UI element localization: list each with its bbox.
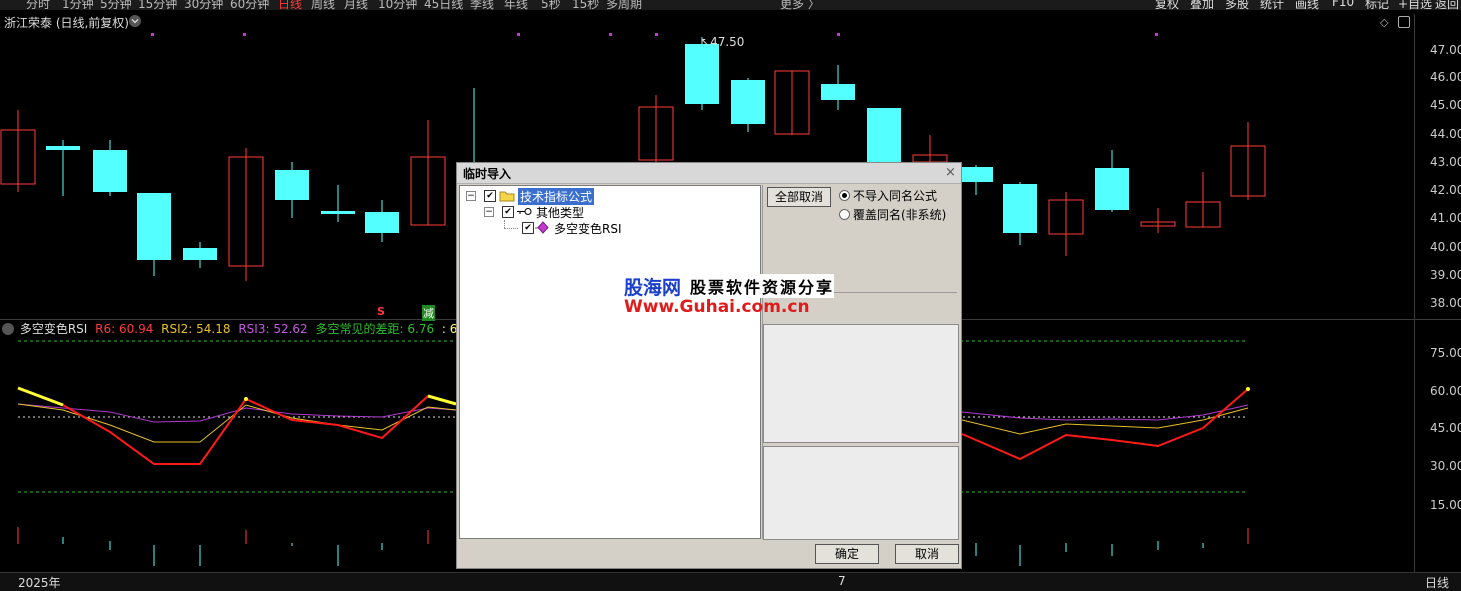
radio-keep[interactable]	[839, 190, 850, 201]
rsi-tick: 60.00	[1430, 384, 1461, 398]
axis-divider	[1414, 14, 1415, 572]
rsi3-line-right	[961, 404, 1249, 421]
radio-keep-label[interactable]: 不导入同名公式	[853, 187, 937, 204]
high-price-value: 47.50	[710, 35, 745, 49]
indicator-name: 多空变色RSI	[19, 322, 88, 336]
tree-connector	[504, 228, 518, 230]
rsi-tick: 45.00	[1430, 421, 1461, 435]
rsi-r6: R6: 60.94	[95, 322, 154, 336]
event-marker	[609, 33, 612, 36]
dialog-title: 临时导入	[463, 167, 512, 181]
price-tick: 39.00	[1430, 268, 1461, 282]
candle-body	[821, 84, 855, 100]
folder-icon	[499, 191, 515, 202]
tree-item-root[interactable]: − ✔ 技术指标公式	[464, 188, 664, 205]
high-price-marker: ↖47.50	[700, 35, 744, 49]
event-marker	[151, 33, 154, 36]
price-tick: 47.00	[1430, 43, 1461, 57]
tree-child-label: 其他类型	[536, 206, 585, 220]
price-tick: 43.00	[1430, 155, 1461, 169]
price-tick: 38.00	[1430, 296, 1461, 310]
cancel-button[interactable]: 取消	[895, 544, 959, 564]
rsi-rsi2: RSI2: 54.18	[161, 322, 231, 336]
rsi-highlight-mid	[427, 394, 457, 406]
watermark-brand: 股海网	[624, 277, 682, 299]
cancel-all-button[interactable]: 全部取消	[767, 187, 831, 207]
candle-body	[867, 108, 901, 162]
rsi-tick: 75.00	[1430, 346, 1461, 360]
formula-tree: − ✔ 技术指标公式 − ✔ 其他类型 ✔ 多空变色RSI	[459, 185, 761, 539]
candle-body	[959, 167, 993, 182]
price-tick: 41.00	[1430, 211, 1461, 225]
checkbox-checked[interactable]: ✔	[484, 190, 496, 202]
sell-signal: 减	[422, 305, 435, 321]
collapse-icon[interactable]: −	[484, 207, 494, 217]
candle-body	[685, 44, 719, 104]
checkbox-checked[interactable]: ✔	[502, 206, 514, 218]
rsi-dot	[1246, 387, 1250, 391]
tree-root-label: 技术指标公式	[518, 188, 595, 205]
candle-body	[321, 211, 355, 214]
tree-item-formula[interactable]: ✔ 多空变色RSI	[504, 220, 704, 236]
watermark-tagline: 股票软件资源分享	[690, 274, 835, 298]
price-tick: 45.00	[1430, 98, 1461, 112]
price-tick: 44.00	[1430, 127, 1461, 141]
ok-button[interactable]: 确定	[815, 544, 879, 564]
price-tick: 42.00	[1430, 183, 1461, 197]
month-label: 7	[838, 574, 846, 588]
rsi-rsi3: RSI3: 52.62	[238, 322, 308, 336]
event-marker	[655, 33, 658, 36]
checkbox-checked[interactable]: ✔	[522, 222, 534, 234]
preview-panel-top	[763, 324, 959, 443]
rsi2-line-right	[961, 407, 1249, 435]
formula-icon	[535, 221, 549, 234]
rsi-highlight-left	[17, 386, 64, 407]
key-icon	[517, 208, 532, 215]
tree-leaf-label: 多空变色RSI	[554, 222, 622, 236]
tree-item-category[interactable]: − ✔ 其他类型	[482, 204, 682, 220]
arrow-icon: ↖	[700, 35, 711, 49]
candle-body	[93, 150, 127, 192]
close-icon[interactable]: ×	[945, 165, 956, 180]
watermark-url: Www.Guhai.com.cn	[624, 297, 810, 317]
year-label: 2025年	[18, 576, 61, 590]
price-tick: 46.00	[1430, 70, 1461, 84]
candle-body	[731, 80, 765, 124]
candle-body	[365, 212, 399, 233]
buy-signal: S	[377, 305, 385, 318]
time-axis-bar: 2025年 7 日线	[0, 572, 1461, 591]
candle-body	[46, 146, 80, 150]
rsi-dot	[244, 397, 248, 401]
tree-connector	[504, 220, 506, 228]
rsi-legend: 多空变色RSI R6: 60.94 RSI2: 54.18 RSI3: 52.6…	[0, 320, 504, 336]
rsi-main-line-right	[961, 388, 1249, 461]
candle-body	[183, 248, 217, 260]
rsi-spread: 多空常见的差距: 6.76	[315, 322, 435, 336]
event-marker	[1155, 33, 1158, 36]
period-label[interactable]: 日线	[1425, 574, 1449, 591]
radio-overwrite[interactable]	[839, 209, 850, 220]
event-marker	[517, 33, 520, 36]
radio-overwrite-label[interactable]: 覆盖同名(非系统)	[853, 206, 946, 223]
import-dialog: 临时导入 × − ✔ 技术指标公式 − ✔ 其他类型 ✔ 多空变色RSI 全部取…	[456, 162, 962, 569]
price-tick: 40.00	[1430, 240, 1461, 254]
event-marker	[243, 33, 246, 36]
candle-body	[275, 170, 309, 200]
chevron-down-icon[interactable]	[2, 323, 14, 335]
candle-body	[1003, 184, 1037, 233]
rsi-tick: 15.00	[1430, 498, 1461, 512]
candle-body	[137, 193, 171, 260]
preview-panel-bottom	[763, 446, 959, 540]
dialog-titlebar[interactable]: 临时导入 ×	[457, 163, 961, 184]
candle-body	[1095, 168, 1129, 210]
collapse-icon[interactable]: −	[466, 191, 476, 201]
rsi-tick: 30.00	[1430, 459, 1461, 473]
event-marker	[837, 33, 840, 36]
